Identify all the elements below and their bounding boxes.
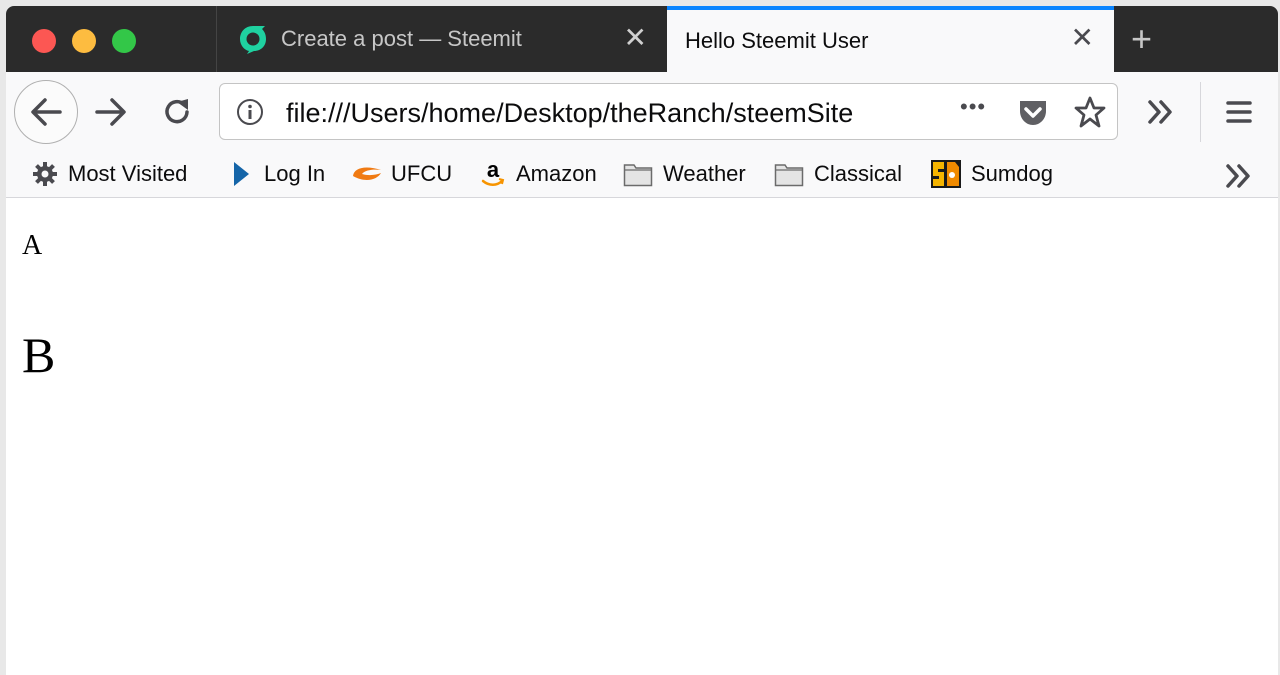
toolbar-overflow-button[interactable] [1146,98,1176,126]
bookmark-amazon[interactable]: a Amazon [480,159,597,189]
tab-create-a-post[interactable]: Create a post — Steemit ✕ [216,6,667,72]
bookmark-sumdog[interactable]: Sumdog [930,159,1053,189]
bookmark-label: Classical [814,161,903,186]
amazon-logo-icon: a [480,159,506,187]
url-text[interactable]: file:///Users/home/Desktop/theRanch/stee… [286,98,853,129]
info-icon[interactable] [236,98,264,126]
svg-text:a: a [487,159,500,182]
bookmark-label: Sumdog [971,161,1053,186]
new-tab-button[interactable]: + [1131,21,1152,57]
sumdog-logo-icon [930,160,962,188]
page-actions-icon[interactable]: ••• [960,94,986,120]
tab-title: Hello Steemit User [685,28,869,53]
forward-button[interactable] [94,97,128,127]
bookmarks-overflow-button[interactable] [1224,162,1254,190]
window-close-button[interactable] [32,29,56,53]
heading-a: A [22,230,43,261]
tab-hello-steemit-user[interactable]: Hello Steemit User ✕ [667,6,1114,72]
bookmark-weather-folder[interactable]: Weather [623,159,746,189]
browser-window: Create a post — Steemit ✕ Hello Steemit … [6,6,1278,675]
double-chevron-right-icon [1226,164,1250,188]
bookmark-label: Weather [663,161,746,186]
window-zoom-button[interactable] [112,29,136,53]
bookmark-most-visited[interactable]: Most Visited [32,159,187,189]
bookmarks-toolbar: Most Visited Log In UFCU a Amazon Weathe… [6,152,1278,198]
bookmark-ufcu[interactable]: UFCU [351,159,452,189]
tab-title: Create a post — Steemit [281,26,522,51]
back-button[interactable] [14,80,78,144]
bookmark-label: Log In [264,161,326,186]
folder-icon [623,161,653,187]
tab-bar: Create a post — Steemit ✕ Hello Steemit … [6,6,1278,72]
play-triangle-icon [228,161,254,187]
steemit-logo-icon [240,26,266,54]
arrow-left-icon [31,98,62,126]
double-chevron-right-icon [1148,100,1172,124]
bookmark-classical-folder[interactable]: Classical [774,159,902,189]
close-tab-icon[interactable]: ✕ [624,24,647,52]
bookmark-label: Amazon [516,161,597,186]
window-minimize-button[interactable] [72,29,96,53]
ufcu-logo-icon [351,161,383,187]
heading-b: B [22,327,56,383]
hamburger-menu-icon [1226,101,1252,123]
reload-button[interactable] [160,95,194,129]
bookmark-label: Most Visited [68,161,188,186]
navigation-toolbar: file:///Users/home/Desktop/theRanch/stee… [6,72,1278,152]
bookmark-label: UFCU [391,161,453,186]
close-tab-icon[interactable]: ✕ [1071,24,1094,52]
menu-button[interactable] [1226,100,1252,124]
arrow-right-icon [95,98,126,126]
url-bar[interactable]: file:///Users/home/Desktop/theRanch/stee… [219,83,1118,140]
gear-icon [32,161,58,187]
page-content: A B [6,198,1278,675]
pocket-icon[interactable] [1017,96,1049,128]
reload-icon [165,99,189,124]
bookmark-log-in[interactable]: Log In [228,159,325,189]
toolbar-divider [1200,82,1201,142]
folder-icon [774,161,804,187]
bookmark-star-icon[interactable] [1073,95,1107,129]
